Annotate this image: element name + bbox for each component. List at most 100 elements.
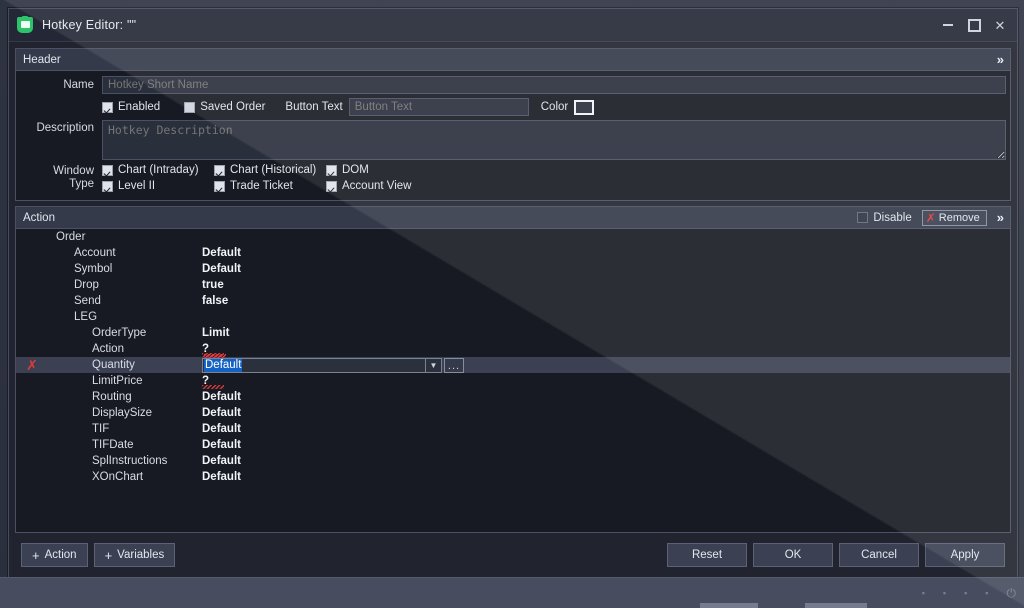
tree-row[interactable]: LEG (16, 309, 1010, 325)
color-swatch[interactable] (574, 99, 595, 115)
close-icon[interactable]: ✕ (987, 14, 1013, 36)
tray-icon-4[interactable]: ▪ (985, 588, 988, 598)
window-type-chart-intraday[interactable]: Chart (Intraday) (102, 164, 208, 176)
tray-icon-2[interactable]: ▪ (943, 588, 946, 598)
disable-checkbox-box (857, 212, 869, 223)
value-editor-combobox[interactable]: Default ▼... (202, 358, 464, 373)
header-panel-body: Name Enabled (16, 71, 1010, 200)
tree-row[interactable]: TIFDate Default (16, 437, 1010, 453)
tray-icon-3[interactable]: ▪ (964, 588, 967, 598)
window-type-dom[interactable]: DOM (326, 164, 440, 176)
description-row: Description (20, 120, 1006, 160)
header-panel-title: Header (23, 53, 61, 66)
checkbox-box (214, 164, 225, 176)
disable-checkbox[interactable]: Disable (857, 212, 912, 224)
tree-row-name: DisplaySize (92, 407, 153, 419)
tree-row-name: LEG (74, 311, 98, 323)
window-title-bar[interactable]: Hotkey Editor: "" ✕ (9, 9, 1017, 42)
tree-row-value[interactable]: Default (202, 471, 241, 483)
tree-row[interactable]: Account Default (16, 245, 1010, 261)
tree-row-value[interactable]: true (202, 279, 224, 291)
tree-row[interactable]: SplInstructions Default (16, 453, 1010, 469)
tree-row-value[interactable]: Default (202, 423, 241, 435)
tree-row[interactable]: XOnChart Default (16, 469, 1010, 485)
ok-button[interactable]: OK (753, 543, 833, 567)
desktop-background: Hotkey Editor: "" ✕ Header » Name Hotkey… (0, 0, 1024, 608)
taskbar[interactable]: ▪ ▪ ▪ ▪ ⏻ (0, 577, 1024, 608)
tree-row[interactable]: Symbol Default (16, 261, 1010, 277)
combobox-text-field[interactable]: Default (202, 358, 426, 373)
tree-row-value[interactable]: Limit (202, 327, 229, 339)
tray-icon-1[interactable]: ▪ (922, 588, 925, 598)
tree-row[interactable]: OrderType Limit (16, 325, 1010, 341)
tree-row[interactable]: ✗ Quantity Default ▼... (16, 354, 1010, 373)
name-input[interactable] (102, 76, 1006, 94)
tree-row[interactable]: LimitPrice? (16, 373, 1010, 389)
tree-row[interactable]: TIF Default (16, 421, 1010, 437)
action-panel: Action Disable ✗ Remove » Order Account … (15, 206, 1011, 533)
tree-row[interactable]: Order (16, 229, 1010, 245)
enabled-label: Enabled (118, 101, 161, 113)
ellipsis-button[interactable]: ... (444, 358, 464, 373)
tree-row[interactable]: Routing Default (16, 389, 1010, 405)
tree-row[interactable]: Drop true (16, 277, 1010, 293)
window-controls: ✕ (935, 14, 1013, 36)
tree-row[interactable]: DisplaySize Default (16, 405, 1010, 421)
saved-order-label: Saved Order (200, 101, 266, 113)
tree-row-value[interactable]: Default (202, 263, 241, 275)
tree-row-value[interactable]: false (202, 295, 228, 307)
saved-order-checkbox-box (184, 101, 196, 113)
tree-row-value[interactable]: Default (202, 247, 241, 259)
button-text-label: Button Text (285, 101, 343, 113)
saved-order-checkbox[interactable]: Saved Order (184, 101, 265, 113)
window-type-trade-ticket[interactable]: Trade Ticket (214, 180, 320, 192)
header-panel-titlebar: Header » (16, 49, 1010, 71)
reset-button[interactable]: Reset (667, 543, 747, 567)
window-type-account-view[interactable]: Account View (326, 180, 440, 192)
taskbar-stub-1[interactable] (700, 603, 758, 608)
taskbar-stub-2[interactable] (805, 603, 867, 608)
tree-row-name: Action (92, 343, 124, 355)
checkbox-box (102, 180, 113, 192)
tree-row[interactable]: Send false (16, 293, 1010, 309)
plus-icon: + (104, 547, 113, 563)
window-type-label-text: Chart (Historical) (230, 164, 317, 176)
action-panel-title: Action (23, 211, 55, 224)
color-label: Color (540, 101, 569, 113)
remove-button[interactable]: ✗ Remove (921, 209, 987, 226)
tree-row-value[interactable]: Default (202, 391, 241, 403)
tree-row-name: LimitPrice (92, 375, 143, 387)
power-icon[interactable]: ⏻ (1007, 586, 1017, 601)
button-text-input[interactable] (348, 98, 529, 116)
name-row: Name (20, 76, 1006, 94)
minimize-icon[interactable] (935, 14, 961, 36)
window-type-level-ii[interactable]: Level II (102, 180, 208, 192)
window-type-label: Window Type (20, 164, 102, 191)
window-title: Hotkey Editor: "" (42, 18, 137, 32)
header-panel: Header » Name Hotkey Short Name Enabled … (15, 48, 1011, 201)
name-label: Name (63, 79, 94, 91)
green-shield-icon (17, 16, 33, 33)
maximize-icon[interactable] (961, 14, 987, 36)
action-panel-titlebar: Action Disable ✗ Remove » (16, 207, 1010, 229)
window-type-label-text: Chart (Intraday) (118, 164, 199, 176)
tree-row-value[interactable]: Default (202, 439, 241, 451)
add-variables-button[interactable]: + Variables (93, 543, 176, 567)
tree-row-value[interactable]: Default (202, 407, 241, 419)
add-action-label: Action (44, 549, 77, 561)
apply-button[interactable]: Apply (925, 543, 1005, 567)
action-property-tree[interactable]: Order Account Default Symbol Default Drop true… (16, 229, 1010, 532)
enabled-checkbox[interactable]: Enabled (102, 101, 160, 113)
enabled-checkbox-box (102, 101, 113, 113)
header-expand-icon[interactable]: » (995, 53, 1006, 66)
tree-row[interactable]: Action? (16, 341, 1010, 357)
chevron-down-icon[interactable]: ▼ (426, 358, 442, 373)
description-input[interactable] (102, 120, 1006, 160)
add-action-button[interactable]: + Action (21, 543, 88, 567)
cancel-button[interactable]: Cancel (839, 543, 919, 567)
tree-row-value[interactable]: Default (202, 455, 241, 467)
checkbox-box (214, 180, 225, 192)
window-type-label-line1: Window (53, 165, 94, 177)
window-type-chart-historical[interactable]: Chart (Historical) (214, 164, 320, 176)
action-expand-icon[interactable]: » (995, 211, 1006, 224)
